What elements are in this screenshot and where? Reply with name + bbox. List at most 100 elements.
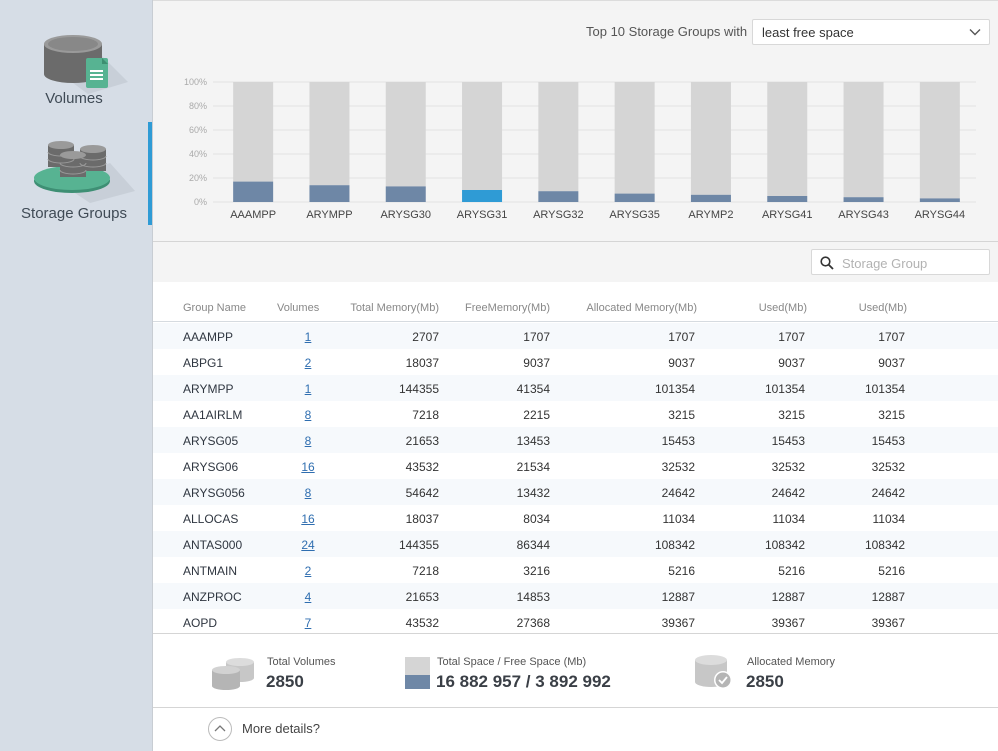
- cell-group-name: ARYSG056: [183, 486, 245, 500]
- y-tick-label: 80%: [189, 101, 207, 111]
- space-label: Total Space / Free Space (Mb): [437, 656, 587, 668]
- cell-volumes-link[interactable]: 4: [298, 590, 318, 604]
- col-volumes[interactable]: Volumes: [277, 302, 319, 314]
- col-total-memory[interactable]: Total Memory(Mb): [350, 302, 439, 314]
- bar-used-space: [843, 197, 884, 202]
- filter-select[interactable]: least free space: [752, 19, 990, 45]
- cell-group-name: ANZPROC: [183, 590, 242, 604]
- sidebar-item-label: Volumes: [45, 90, 103, 107]
- cell-volumes-link[interactable]: 1: [298, 382, 318, 396]
- cell-allocated-memory: 32532: [661, 460, 695, 474]
- cell-used: 3215: [778, 408, 805, 422]
- x-tick-label: ARYSG35: [609, 209, 660, 221]
- cell-free-memory: 13432: [516, 486, 550, 500]
- sidebar-item-label: Storage Groups: [21, 205, 127, 222]
- chevron-up-icon: [214, 725, 226, 732]
- table-row[interactable]: ALLOCAS 16 18037 8034 11034 11034 11034: [153, 505, 998, 531]
- cell-group-name: AAAMPP: [183, 330, 234, 344]
- cell-used-2: 5216: [878, 564, 905, 578]
- expand-button[interactable]: [208, 717, 232, 741]
- cell-volumes-link[interactable]: 7: [298, 616, 318, 630]
- bar-used-space: [690, 194, 731, 202]
- more-details-label[interactable]: More details?: [242, 721, 320, 736]
- table-row[interactable]: ARYMPP 1 144355 41354 101354 101354 101354: [153, 375, 998, 401]
- volume-doc-icon: [44, 35, 128, 94]
- y-tick-label: 0%: [194, 197, 207, 207]
- cell-used-2: 11034: [872, 512, 905, 526]
- cell-total-memory: 43532: [405, 616, 439, 630]
- cell-free-memory: 2215: [523, 408, 550, 422]
- col-used-2[interactable]: Used(Mb): [859, 302, 907, 314]
- sidebar-item-storage-groups[interactable]: Storage Groups: [0, 125, 152, 225]
- bar-free-space: [614, 82, 655, 194]
- cell-group-name: ANTMAIN: [183, 564, 237, 578]
- cell-volumes-link[interactable]: 8: [298, 486, 318, 500]
- table-row[interactable]: ARYSG05 8 21653 13453 15453 15453 15453: [153, 427, 998, 453]
- cell-used: 5216: [778, 564, 805, 578]
- cell-group-name: ABPG1: [183, 356, 224, 370]
- cell-volumes-link[interactable]: 16: [298, 512, 318, 526]
- bar-free-space: [385, 82, 426, 187]
- table-row[interactable]: ANZPROC 4 21653 14853 12887 12887 12887: [153, 583, 998, 609]
- cell-free-memory: 86344: [516, 538, 550, 552]
- cell-allocated-memory: 24642: [661, 486, 695, 500]
- cell-used: 12887: [771, 590, 805, 604]
- cell-free-memory: 13453: [516, 434, 550, 448]
- cell-allocated-memory: 39367: [661, 616, 695, 630]
- cell-total-memory: 7218: [412, 408, 439, 422]
- cell-total-memory: 43532: [405, 460, 439, 474]
- cell-allocated-memory: 101354: [654, 382, 695, 396]
- cell-used-2: 3215: [878, 408, 905, 422]
- cell-group-name: ARYSG06: [183, 460, 239, 474]
- cell-volumes-link[interactable]: 8: [298, 434, 318, 448]
- cell-volumes-link[interactable]: 2: [298, 356, 318, 370]
- cell-total-memory: 18037: [405, 356, 439, 370]
- cell-volumes-link[interactable]: 1: [298, 330, 318, 344]
- cell-used-2: 101354: [864, 382, 905, 396]
- col-free-memory[interactable]: FreeMemory(Mb): [465, 302, 550, 314]
- x-tick-label: ARYSG43: [838, 209, 889, 221]
- search-field[interactable]: [811, 249, 990, 275]
- cell-volumes-link[interactable]: 16: [298, 460, 318, 474]
- total-volumes-label: Total Volumes: [267, 656, 336, 668]
- cell-free-memory: 3216: [523, 564, 550, 578]
- table-row[interactable]: ANTAS000 24 144355 86344 108342 108342 108342: [153, 531, 998, 557]
- cell-allocated-memory: 1707: [668, 330, 695, 344]
- x-tick-label: AAAMPP: [230, 209, 276, 221]
- table-row[interactable]: ABPG1 2 18037 9037 9037 9037 9037: [153, 349, 998, 375]
- table-row[interactable]: AAAMPP 1 2707 1707 1707 1707 1707: [153, 323, 998, 349]
- filter-select-value: least free space: [762, 25, 854, 40]
- cell-volumes-link[interactable]: 2: [298, 564, 318, 578]
- bar-free-space: [843, 82, 884, 198]
- table-row[interactable]: ANTMAIN 2 7218 3216 5216 5216 5216: [153, 557, 998, 583]
- sidebar: Volumes Storage Groups: [0, 0, 152, 751]
- chart-panel: Top 10 Storage Groups with least free sp…: [153, 0, 998, 242]
- cell-volumes-link[interactable]: 8: [298, 408, 318, 422]
- bar-used-space: [767, 196, 808, 202]
- cell-allocated-memory: 3215: [668, 408, 695, 422]
- cell-volumes-link[interactable]: 24: [298, 538, 318, 552]
- storage-chart: 0% 20% 40% 60% 80% 100% AAAMPP ARYMPP ARYSG30 ARY…: [184, 77, 976, 221]
- col-allocated-memory[interactable]: Allocated Memory(Mb): [586, 302, 697, 314]
- table-row[interactable]: ARYSG06 16 43532 21534 32532 32532 32532: [153, 453, 998, 479]
- table-row[interactable]: ARYSG056 8 54642 13432 24642 24642 24642: [153, 479, 998, 505]
- search-input[interactable]: [842, 254, 982, 272]
- cell-total-memory: 7218: [412, 564, 439, 578]
- col-used[interactable]: Used(Mb): [759, 302, 807, 314]
- cell-used: 11034: [772, 512, 805, 526]
- cell-total-memory: 54642: [405, 486, 439, 500]
- allocated-label: Allocated Memory: [747, 656, 836, 668]
- bar-used-space: [919, 198, 960, 202]
- x-tick-label: ARYSG30: [380, 209, 431, 221]
- table-row[interactable]: AOPD 7 43532 27368 39367 39367 39367: [153, 609, 998, 633]
- bar-free-space: [309, 82, 350, 186]
- bar-free-space: [690, 82, 731, 195]
- table-row[interactable]: AA1AIRLM 8 7218 2215 3215 3215 3215: [153, 401, 998, 427]
- cell-total-memory: 2707: [412, 330, 439, 344]
- col-group-name[interactable]: Group Name: [183, 302, 246, 314]
- sidebar-item-volumes[interactable]: Volumes: [0, 30, 152, 110]
- cell-group-name: ANTAS000: [183, 538, 243, 552]
- cell-used-2: 24642: [871, 486, 905, 500]
- cell-free-memory: 21534: [516, 460, 550, 474]
- cell-group-name: AOPD: [183, 616, 218, 630]
